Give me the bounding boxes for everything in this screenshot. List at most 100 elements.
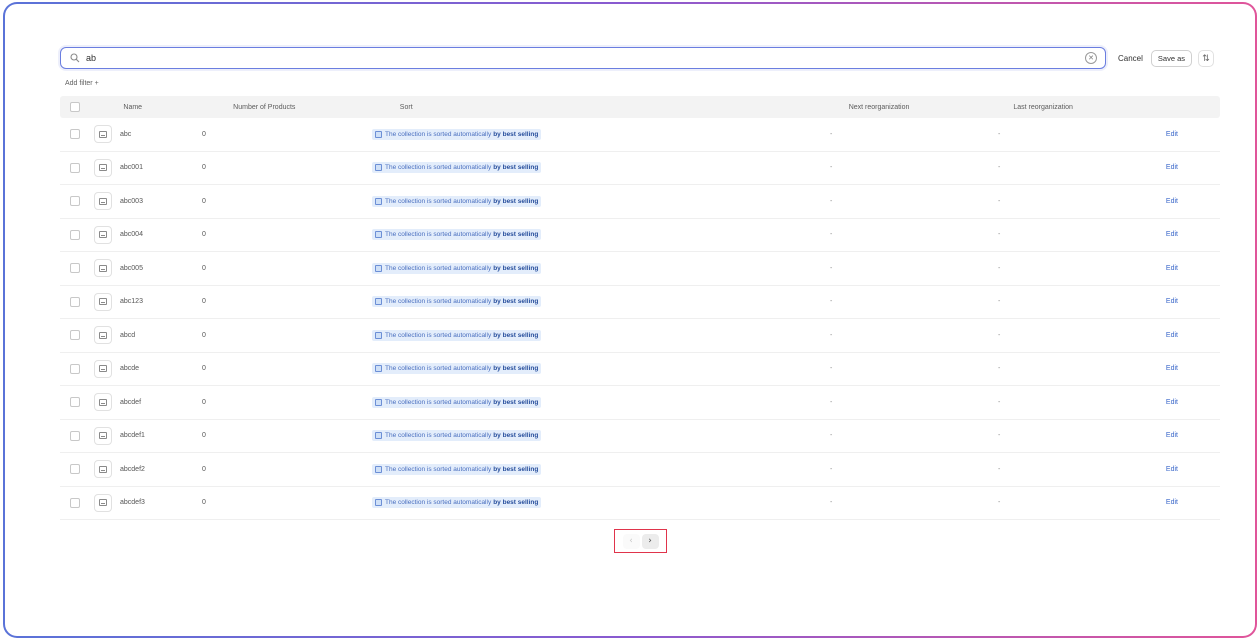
sort-text: The collection is sorted automatically (384, 432, 492, 440)
collection-name[interactable]: abcd (116, 332, 202, 339)
collection-thumbnail (94, 125, 112, 144)
next-reorganization: - (829, 130, 833, 138)
sort-text: The collection is sorted automatically (384, 398, 492, 406)
edit-link[interactable]: Edit (1166, 164, 1220, 171)
products-count: 0 (202, 331, 206, 339)
collection-name[interactable]: abcdef3 (116, 499, 202, 506)
row-checkbox[interactable] (70, 497, 80, 508)
header-last-reorganization[interactable]: Last reorganization (1013, 104, 1178, 111)
select-all-checkbox[interactable] (69, 102, 80, 112)
table-row[interactable]: abc123 0 The collection is sorted automa… (60, 286, 1220, 319)
edit-link[interactable]: Edit (1166, 332, 1220, 339)
sort-info-icon (374, 398, 382, 406)
table-row[interactable]: abcdef 0 The collection is sorted automa… (60, 386, 1220, 420)
edit-link[interactable]: Edit (1166, 131, 1220, 138)
last-reorganization: - (997, 264, 1001, 272)
sort-badge: The collection is sorted automatically b… (371, 296, 542, 308)
image-placeholder-icon (99, 398, 107, 406)
products-count: 0 (202, 264, 206, 272)
collection-name[interactable]: abcdef (116, 399, 202, 406)
table-row[interactable]: abc003 0 The collection is sorted automa… (60, 185, 1220, 219)
previous-page-button[interactable]: ‹ (622, 533, 640, 549)
table-row[interactable]: abc 0 The collection is sorted automatic… (60, 118, 1220, 152)
pagination: ‹ › (614, 529, 667, 553)
image-placeholder-icon (99, 130, 107, 138)
table-row[interactable]: abcdef3 0 The collection is sorted autom… (60, 487, 1220, 520)
sort-badge: The collection is sorted automatically b… (371, 329, 542, 341)
table-row[interactable]: abcdef1 0 The collection is sorted autom… (60, 420, 1220, 453)
image-placeholder-icon (99, 298, 107, 306)
sort-badge: The collection is sorted automatically b… (371, 262, 542, 274)
edit-link[interactable]: Edit (1166, 298, 1220, 305)
collection-name[interactable]: abc004 (116, 231, 202, 238)
search-box[interactable]: ✕ (60, 47, 1106, 69)
save-as-button[interactable]: Save as (1150, 49, 1193, 67)
row-checkbox[interactable] (70, 296, 80, 307)
next-reorganization: - (829, 231, 833, 239)
collection-thumbnail (94, 393, 112, 412)
row-checkbox[interactable] (70, 229, 80, 240)
collection-name[interactable]: abc123 (116, 298, 202, 305)
collection-name[interactable]: abc (116, 131, 202, 138)
row-checkbox[interactable] (70, 464, 80, 475)
row-checkbox[interactable] (70, 263, 80, 274)
next-reorganization: - (829, 398, 833, 406)
table-row[interactable]: abc004 0 The collection is sorted automa… (60, 219, 1220, 252)
image-placeholder-icon (99, 465, 107, 473)
next-reorganization: - (829, 264, 833, 272)
collection-name[interactable]: abc003 (116, 198, 202, 205)
edit-link[interactable]: Edit (1166, 432, 1220, 439)
image-placeholder-icon (99, 499, 107, 507)
header-next-reorganization[interactable]: Next reorganization (849, 104, 1014, 111)
collection-name[interactable]: abcdef1 (116, 432, 202, 439)
sort-text: The collection is sorted automatically (384, 331, 492, 339)
edit-link[interactable]: Edit (1166, 466, 1220, 473)
edit-link[interactable]: Edit (1166, 499, 1220, 506)
row-checkbox[interactable] (70, 397, 80, 408)
add-filter-button[interactable]: Add filter + (65, 80, 99, 87)
sort-badge: The collection is sorted automatically b… (371, 396, 542, 408)
edit-link[interactable]: Edit (1166, 231, 1220, 238)
collection-name[interactable]: abc001 (116, 164, 202, 171)
next-reorganization: - (829, 432, 833, 440)
sort-info-icon (374, 264, 382, 272)
products-count: 0 (202, 465, 206, 473)
sort-method: by best selling (493, 365, 539, 373)
search-input[interactable] (86, 53, 1085, 63)
table-row[interactable]: abc001 0 The collection is sorted automa… (60, 152, 1220, 185)
row-checkbox[interactable] (70, 162, 80, 173)
collection-thumbnail (94, 493, 112, 512)
collection-thumbnail (94, 292, 112, 311)
clear-search-icon[interactable]: ✕ (1085, 52, 1097, 64)
collection-name[interactable]: abcde (116, 365, 202, 372)
cancel-button[interactable]: Cancel (1118, 54, 1143, 63)
app-frame: ✕ Cancel Save as ⇅ Add filter + Name Num… (3, 2, 1257, 638)
row-checkbox[interactable] (70, 430, 80, 441)
table-row[interactable]: abcdef2 0 The collection is sorted autom… (60, 453, 1220, 487)
sort-info-icon (374, 231, 382, 239)
row-checkbox[interactable] (70, 129, 80, 140)
collection-name[interactable]: abc005 (116, 265, 202, 272)
sort-method: by best selling (493, 164, 539, 172)
header-products[interactable]: Number of Products (233, 104, 400, 111)
table-row[interactable]: abcde 0 The collection is sorted automat… (60, 353, 1220, 386)
sort-info-icon (374, 365, 382, 373)
sort-arrows-icon[interactable]: ⇅ (1198, 49, 1215, 67)
header-name[interactable]: Name (89, 104, 233, 111)
table-row[interactable]: abc005 0 The collection is sorted automa… (60, 252, 1220, 286)
sort-badge: The collection is sorted automatically b… (371, 430, 542, 442)
next-page-button[interactable]: › (641, 533, 659, 549)
edit-link[interactable]: Edit (1166, 265, 1220, 272)
row-checkbox[interactable] (70, 363, 80, 374)
row-checkbox[interactable] (70, 330, 80, 341)
row-checkbox[interactable] (70, 196, 80, 207)
collection-thumbnail (94, 326, 112, 345)
header-sort[interactable]: Sort (400, 104, 849, 111)
edit-link[interactable]: Edit (1166, 365, 1220, 372)
products-count: 0 (202, 197, 206, 205)
edit-link[interactable]: Edit (1166, 399, 1220, 406)
collection-name[interactable]: abcdef2 (116, 466, 202, 473)
sort-text: The collection is sorted automatically (384, 264, 492, 272)
edit-link[interactable]: Edit (1166, 198, 1220, 205)
table-row[interactable]: abcd 0 The collection is sorted automati… (60, 319, 1220, 353)
